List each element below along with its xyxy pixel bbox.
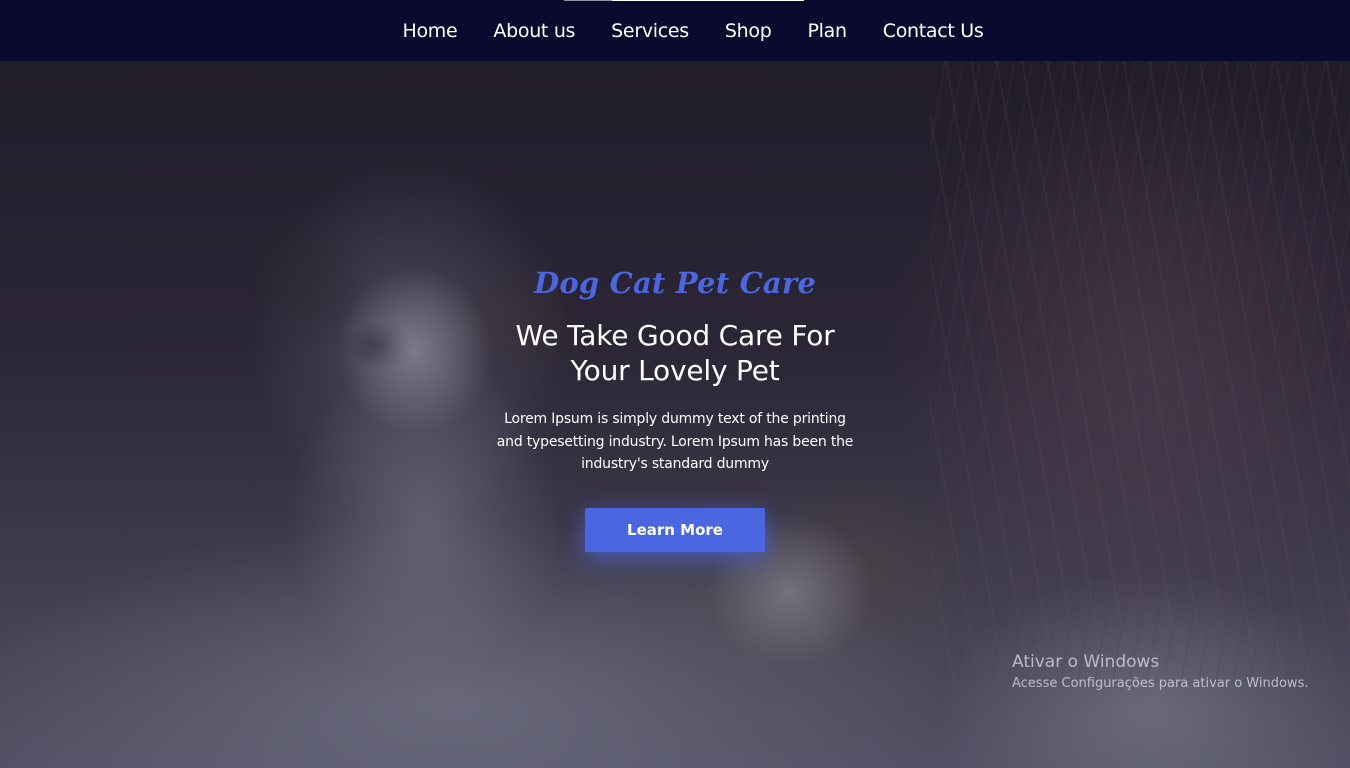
nav-item-services[interactable]: Services [611,20,689,42]
learn-more-button[interactable]: Learn More [585,507,765,552]
hero-content: Dog Cat Pet Care We Take Good Care For Y… [475,266,875,552]
nav-item-shop[interactable]: Shop [725,20,772,42]
windows-activation-watermark: Ativar o Windows Acesse Configurações pa… [1012,651,1308,694]
hero-title-line-2: Your Lovely Pet [570,354,780,387]
watermark-subtitle: Acesse Configurações para ativar o Windo… [1012,676,1309,691]
nav-item-home[interactable]: Home [402,20,457,42]
hero-title-line-1: We Take Good Care For [515,319,835,352]
nav-item-plan[interactable]: Plan [808,20,848,42]
main-nav: Home About us Services Shop Plan Contact… [0,0,1350,61]
hero-subtitle: Dog Cat Pet Care [534,266,816,300]
hero-title: We Take Good Care For Your Lovely Pet [475,318,875,388]
top-navbar: Home About us Services Shop Plan Contact… [0,0,1350,61]
hero-description: Lorem Ipsum is simply dummy text of the … [496,411,854,472]
nav-item-contact-us[interactable]: Contact Us [883,20,984,42]
watermark-title: Ativar o Windows [1012,652,1160,672]
nav-item-about-us[interactable]: About us [493,20,575,42]
